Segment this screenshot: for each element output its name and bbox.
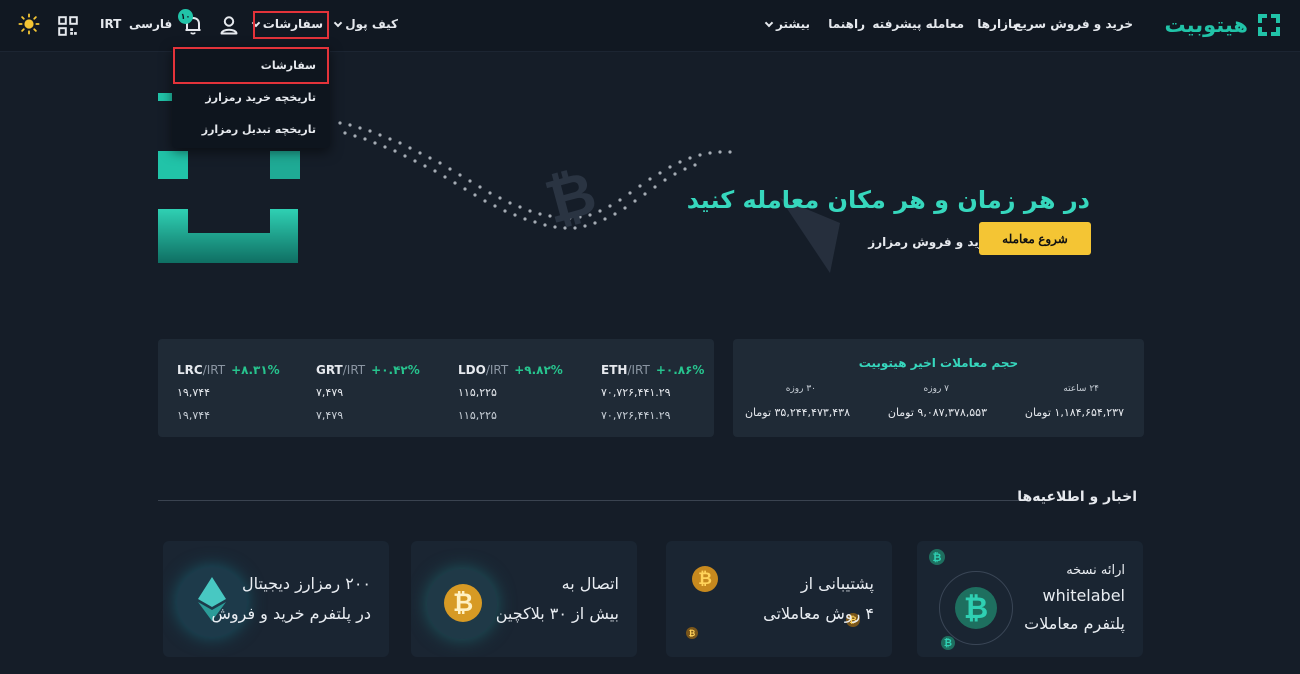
news-card-blockchains[interactable]: ₿ اتصال به بیش از ۳۰ بلاکچین	[411, 541, 637, 657]
top-navbar: هیتوبیت خرید و فروش سریع بازارها معامله …	[0, 0, 1300, 52]
bitcoin-icon: ₿	[692, 566, 718, 592]
news-card-line3: پلتفرم معاملات	[1024, 614, 1125, 633]
stats-title: حجم معاملات اخیر هیتوبیت	[858, 356, 1019, 370]
news-card-line1: اتصال به	[561, 574, 619, 593]
news-card-trading-methods[interactable]: ₿ ₿ ₿ پشتیبانی از ۴ روش معاملاتی	[666, 541, 892, 657]
ticker-base: ETH	[601, 363, 628, 377]
stat-value-24h: ۱,۱۸۴,۶۵۴,۲۳۷ تومان	[1024, 406, 1124, 419]
stat-period-30d: ۳۰ روزه	[785, 384, 816, 394]
ticker-price: ۷۰,۷۲۶,۴۴۱.۲۹	[601, 386, 671, 399]
menu-item-highlight-box	[173, 47, 329, 84]
logo-text: هیتوبیت	[1164, 13, 1248, 37]
news-card-line2: در پلتفرم خرید و فروش	[211, 604, 371, 623]
ticker-base: GRT	[316, 363, 343, 377]
nav-advanced-trade[interactable]: معامله پیشرفته	[872, 17, 964, 31]
news-card-whitelabel[interactable]: ₿ ₿ ₿ ارائه نسخه whitelabel پلتفرم معامل…	[917, 541, 1143, 657]
ticker-change: +۰.۸۶%	[655, 363, 705, 377]
stat-value-30d: ۳۵,۲۴۴,۴۷۳,۴۳۸ تومان	[744, 406, 850, 419]
ticker-quote: /IRT	[485, 363, 509, 377]
ticker-quote: /IRT	[342, 363, 366, 377]
ticker-price: ۷,۴۷۹	[316, 386, 344, 399]
price-ticker: ETH/IRT +۰.۸۶% ۷۰,۷۲۶,۴۴۱.۲۹ ۷۰,۷۲۶,۴۴۱.۲…	[158, 339, 714, 437]
ticker-base: LRC	[177, 363, 203, 377]
news-card-line2: بیش از ۳۰ بلاکچین	[495, 604, 619, 623]
ticker-price-secondary: ۷,۴۷۹	[316, 409, 344, 422]
currency-selector[interactable]: IRT	[100, 17, 121, 31]
chevron-down-icon	[764, 18, 774, 28]
news-card-line1: پشتیبانی از	[800, 574, 874, 593]
bitcoin-icon: ₿	[941, 636, 955, 650]
news-card-line2: ۴ روش معاملاتی	[763, 604, 874, 623]
orders-highlight-box	[253, 11, 329, 39]
notifications-button[interactable]: ۱۰	[178, 9, 206, 37]
svg-text:₿: ₿	[538, 158, 603, 238]
menu-item-buy-history[interactable]: تاریخچه خرید رمزارز	[205, 91, 316, 104]
ticker-price-secondary: ۷۰,۷۲۶,۴۴۱.۲۹	[601, 409, 671, 422]
news-card-line1: ارائه نسخه	[1066, 563, 1125, 578]
stat-period-7d: ۷ روزه	[923, 384, 949, 394]
news-card-line2: whitelabel	[1042, 586, 1125, 605]
qr-code-icon[interactable]	[57, 15, 79, 37]
ticker-change: +۸.۳۱%	[231, 363, 280, 377]
ticker-price-secondary: ۱۹,۷۴۴	[177, 409, 211, 422]
ticker-base: LDO	[458, 363, 486, 377]
language-selector[interactable]: فارسی	[129, 17, 172, 31]
ticker-item-eth[interactable]: ETH/IRT +۰.۸۶% ۷۰,۷۲۶,۴۴۱.۲۹ ۷۰,۷۲۶,۴۴۱.۲…	[601, 359, 721, 422]
bitcoin-icon: ₿	[686, 627, 698, 639]
logo[interactable]: هیتوبیت	[1164, 9, 1282, 41]
news-divider	[158, 500, 1030, 501]
news-section-title: اخبار و اطلاعیه‌ها	[1017, 489, 1137, 505]
ticker-price: ۱۹,۷۴۴	[177, 386, 211, 399]
stat-period-24h: ۲۴ ساعته	[1063, 384, 1099, 394]
ticker-price: ۱۱۵,۲۲۵	[458, 386, 497, 399]
ticker-item-lrc[interactable]: LRC/IRT +۸.۳۱% ۱۹,۷۴۴ ۱۹,۷۴۴	[177, 359, 297, 422]
ticker-change: +۹.۸۲%	[514, 363, 563, 377]
ticker-quote: /IRT	[202, 363, 226, 377]
ticker-item-grt[interactable]: GRT/IRT +۰.۴۲% ۷,۴۷۹ ۷,۴۷۹	[316, 359, 436, 422]
news-card-line1: ۲۰۰ رمزارز دیجیتال	[241, 574, 371, 593]
stat-value-7d: ۹,۰۸۷,۳۷۸,۵۵۳ تومان	[887, 406, 987, 419]
chevron-down-icon	[333, 18, 343, 28]
bitcoin-icon: ₿	[929, 549, 945, 565]
user-icon[interactable]	[218, 14, 240, 36]
notification-badge: ۱۰	[178, 9, 193, 24]
ticker-price-secondary: ۱۱۵,۲۲۵	[458, 409, 497, 422]
ticker-quote: /IRT	[627, 363, 650, 377]
nav-more-label: بیشتر	[776, 17, 810, 31]
nav-markets[interactable]: بازارها	[977, 17, 1017, 31]
nav-wallet-label: کیف پول	[345, 17, 398, 31]
news-card-digital-assets[interactable]: ۲۰۰ رمزارز دیجیتال در پلتفرم خرید و فروش	[163, 541, 389, 657]
sun-icon[interactable]	[18, 13, 40, 35]
ticker-change: +۰.۴۲%	[371, 363, 420, 377]
nav-quick-trade[interactable]: خرید و فروش سریع	[1014, 17, 1133, 31]
start-trading-button[interactable]: شروع معامله	[979, 222, 1091, 255]
hitobit-logo-icon	[1258, 14, 1280, 36]
bitcoin-icon: ₿	[955, 587, 997, 629]
nav-more[interactable]: بیشتر	[762, 17, 810, 31]
nav-guide[interactable]: راهنما	[828, 17, 865, 31]
hero-title: در هر زمان و هر مکان معامله کنید	[686, 186, 1090, 214]
ticker-item-ldo[interactable]: LDO/IRT +۹.۸۲% ۱۱۵,۲۲۵ ۱۱۵,۲۲۵	[458, 359, 578, 422]
bitcoin-icon: ₿	[444, 584, 482, 622]
nav-wallet[interactable]: کیف پول	[331, 17, 398, 31]
menu-item-convert-history[interactable]: تاریخچه تبدیل رمزارز	[202, 123, 316, 136]
trading-volume-stats: حجم معاملات اخیر هیتوبیت ۲۴ ساعته ۱,۱۸۴,…	[733, 339, 1144, 437]
